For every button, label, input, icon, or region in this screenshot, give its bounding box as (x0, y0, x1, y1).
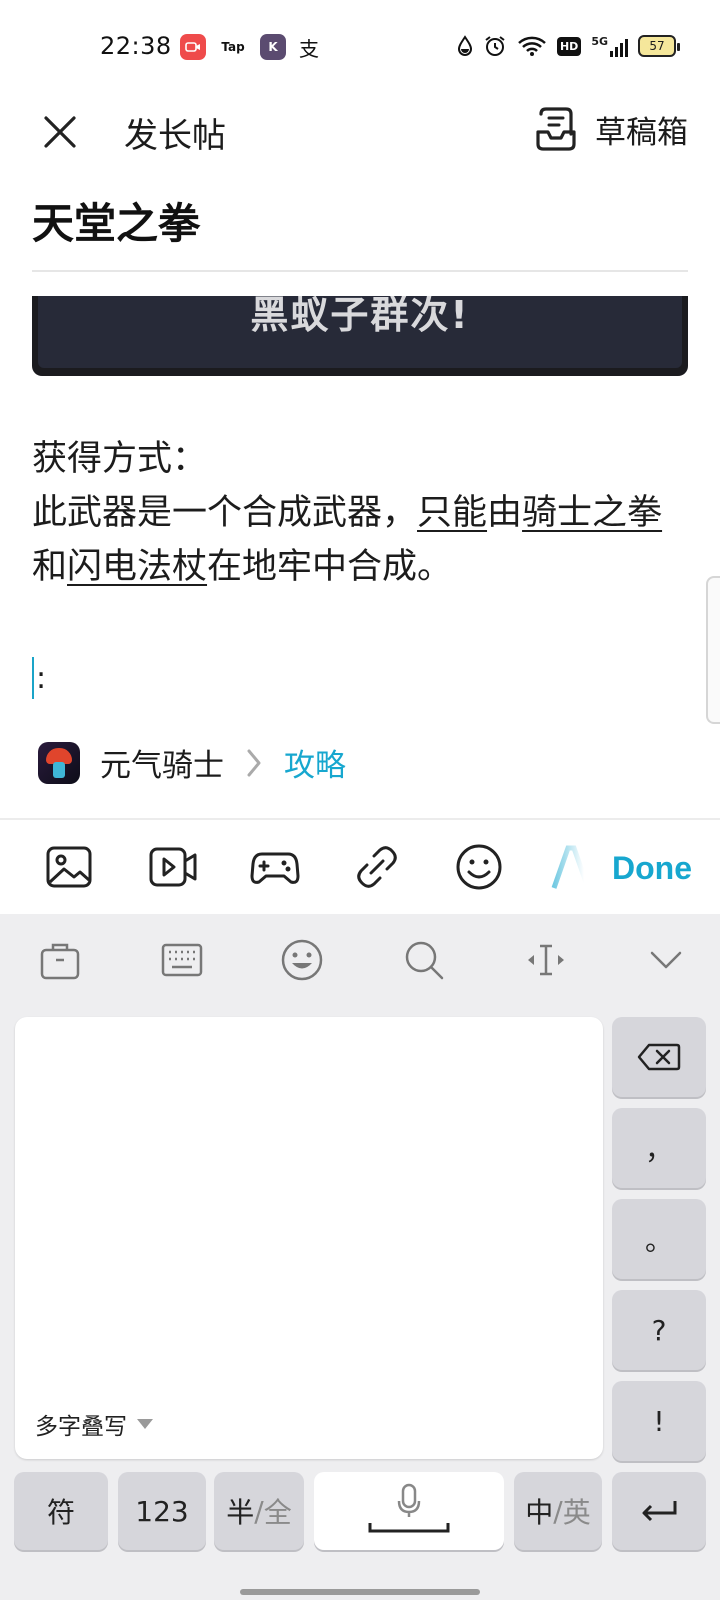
status-time: 22:38 (100, 32, 172, 60)
hd-badge: HD (556, 36, 582, 56)
close-button[interactable] (38, 110, 82, 154)
status-indicators: HD 5G 57 (457, 34, 680, 58)
insert-video-button[interactable] (148, 842, 198, 892)
cursor-move-icon (528, 944, 564, 976)
gamepad-icon (250, 852, 300, 884)
handwrite-mode-label: 多字叠写 (35, 1414, 127, 1440)
game-icon (38, 741, 80, 784)
keyboard-emoji-button[interactable] (280, 938, 324, 982)
title-divider (32, 270, 688, 272)
link-icon (357, 846, 397, 888)
handwriting-pad[interactable]: 多字叠写 (15, 1017, 603, 1459)
keyboard-search-button[interactable] (402, 938, 446, 982)
image-icon (46, 846, 92, 888)
keyboard-layout-button[interactable] (160, 938, 204, 982)
symbol-key[interactable]: 符 (14, 1472, 108, 1550)
link-weapon-lightning-staff[interactable]: 闪电法杖 (67, 547, 207, 587)
ime-keyboard: 多字叠写 ， 。 ? ! 符 123 半 / 全 中 / 英 (0, 914, 720, 1600)
period-key[interactable]: 。 (612, 1199, 706, 1279)
water-drop-icon (457, 35, 472, 56)
status-bar: 22:38 Tap K 支 HD 5G 57 (0, 0, 720, 96)
content-image[interactable]: 黑蚁子群次! (32, 296, 688, 376)
text-caret (32, 657, 34, 699)
link-only[interactable]: 只能 (417, 493, 487, 533)
wifi-icon (518, 36, 546, 56)
link-weapon-knight-fist[interactable]: 骑士之拳 (522, 493, 662, 533)
insert-game-button[interactable] (250, 842, 300, 892)
network-type: 5G (591, 35, 608, 48)
video-app-icon (180, 34, 206, 60)
insert-emoji-button[interactable] (454, 842, 504, 892)
taptap-icon: Tap (221, 40, 245, 54)
dropdown-triangle-icon (137, 1419, 153, 1429)
k-app-icon: K (260, 34, 286, 60)
search-icon (405, 941, 444, 980)
editor-toolbar: Done (0, 818, 720, 916)
alarm-icon (485, 36, 505, 56)
backspace-icon (637, 1043, 681, 1071)
backspace-key[interactable] (612, 1017, 706, 1097)
video-icon (149, 847, 197, 887)
drafts-button[interactable]: 草稿箱 (535, 106, 688, 152)
image-caption-text: 黑蚁子群次! (250, 296, 470, 337)
translate-app-icon: 支 (299, 36, 319, 61)
body-line-1: 获得方式： (32, 439, 208, 479)
game-name: 元气骑士 (100, 748, 224, 784)
close-icon (44, 116, 76, 148)
signal-5g-icon: 5G (591, 35, 628, 57)
page-title: 发长帖 (124, 116, 226, 156)
handwrite-mode-selector[interactable]: 多字叠写 (35, 1407, 153, 1441)
comma-key[interactable]: ， (612, 1108, 706, 1188)
keyboard-icon (161, 943, 203, 977)
microphone-icon (368, 1483, 450, 1533)
exclaim-key[interactable]: ! (612, 1381, 706, 1461)
done-button[interactable]: Done (584, 820, 720, 916)
emoji-face-icon (281, 939, 323, 981)
post-body-editor[interactable]: 获得方式： 此武器是一个合成武器，只能由骑士之拳和闪电法杖在地牢中合成。 (32, 432, 692, 594)
keyboard-toolbox-button[interactable] (38, 938, 82, 982)
insert-image-button[interactable] (44, 842, 94, 892)
chinese-english-toggle-key[interactable]: 中 / 英 (514, 1472, 602, 1550)
keyboard-hide-button[interactable] (644, 938, 688, 982)
insert-link-button[interactable] (352, 842, 402, 892)
chevron-down-icon (650, 951, 682, 969)
numbers-key[interactable]: 123 (118, 1472, 206, 1550)
half-full-width-key[interactable]: 半 / 全 (214, 1472, 304, 1550)
chevron-right-icon (247, 749, 261, 776)
drafts-label: 草稿箱 (595, 114, 688, 151)
keyboard-cursor-button[interactable] (524, 938, 568, 982)
body-line-2: 此武器是一个合成武器，只能由骑士之拳和闪电法杖在地牢中合成。 (32, 493, 663, 587)
battery-indicator: 57 (638, 35, 680, 57)
space-voice-key[interactable] (314, 1472, 504, 1550)
question-key[interactable]: ? (612, 1290, 706, 1370)
top-bar: 发长帖 草稿箱 (0, 96, 720, 168)
cursor-line-text: : (36, 660, 47, 696)
post-title-input[interactable]: 天堂之拳 (32, 190, 200, 251)
drafts-box-icon (536, 107, 576, 151)
home-indicator[interactable] (240, 1589, 480, 1595)
enter-icon (642, 1501, 677, 1522)
game-category[interactable]: 攻略 (284, 740, 346, 785)
editing-cursor-line[interactable]: : (32, 656, 46, 700)
status-app-icons: Tap K 支 (180, 34, 322, 61)
game-tag-selector[interactable]: 元气骑士 攻略 (38, 740, 346, 785)
enter-key[interactable] (612, 1472, 706, 1550)
emoji-icon (456, 844, 502, 890)
side-scroll-handle[interactable] (706, 576, 720, 724)
toolbox-icon (40, 943, 80, 980)
